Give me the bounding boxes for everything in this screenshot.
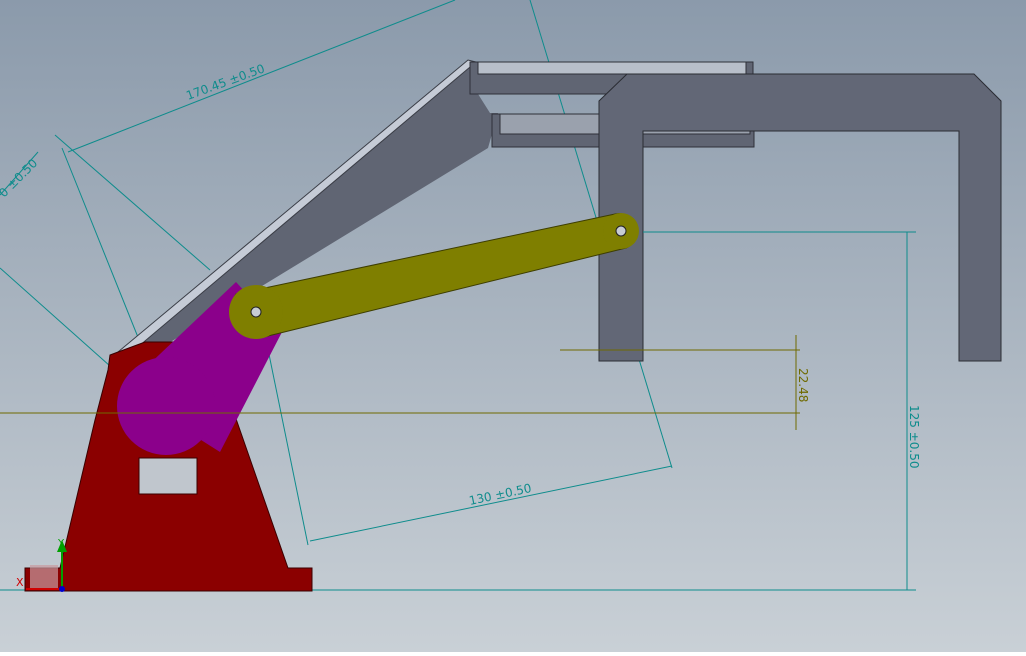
dimension-label-22[interactable]: 22.48 (796, 368, 810, 402)
cad-graphics-viewport[interactable]: 170.45 ±0.50 0 ±0.50 130 ±0.50 22.48 125… (0, 0, 1026, 652)
axis-y-label: Y (57, 538, 65, 549)
base-cutout (138, 457, 198, 495)
triad-pink-plane (30, 565, 58, 589)
lower-link-hub[interactable] (117, 357, 215, 455)
cad-drawing[interactable]: 170.45 ±0.50 0 ±0.50 130 ±0.50 22.48 125… (0, 0, 1026, 652)
pivot-hole-right (615, 225, 627, 237)
pivot-hole-left (250, 306, 262, 318)
axis-z-icon (59, 586, 65, 592)
upper-arm-rail-top-highlight (477, 61, 747, 75)
dimension-label-125[interactable]: 125 ±0.50 (907, 405, 921, 469)
axis-x-label: X (16, 576, 24, 589)
